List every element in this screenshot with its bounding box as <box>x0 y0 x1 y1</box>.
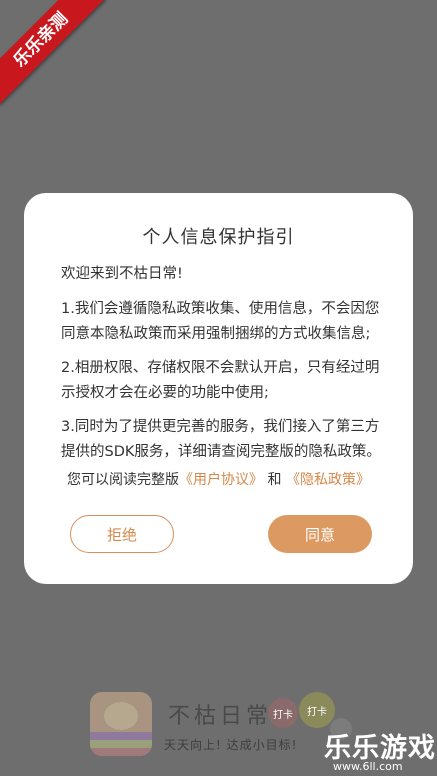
checkin-bubble-a: 打卡 <box>268 698 298 728</box>
read-full-line: 您可以阅读完整版《用户协议》 和 《隐私政策》 <box>24 469 413 489</box>
read-prefix: 您可以阅读完整版 <box>67 472 180 488</box>
agree-button[interactable]: 同意 <box>268 515 372 553</box>
privacy-dialog: 个人信息保护指引 欢迎来到不枯日常! 1.我们会遵循隐私政策收集、使用信息，不会… <box>24 193 413 584</box>
reject-button[interactable]: 拒绝 <box>70 515 174 553</box>
privacy-paragraph-1: 1.我们会遵循隐私政策收集、使用信息，不会因您同意本隐私政策而采用强制捆绑的方式… <box>61 301 380 342</box>
and-text: 和 <box>267 472 282 488</box>
privacy-paragraph-2: 2.相册权限、存储权限不会默认开启，只有经过明示授权才会在必要的功能中使用; <box>61 360 380 401</box>
app-logo <box>90 692 152 756</box>
dialog-title: 个人信息保护指引 <box>142 227 295 248</box>
privacy-policy-link[interactable]: 《隐私政策》 <box>286 472 370 488</box>
dialog-content: 欢迎来到不枯日常! 1.我们会遵循隐私政策收集、使用信息，不会因您同意本隐私政策… <box>61 263 383 474</box>
user-agreement-link[interactable]: 《用户协议》 <box>179 472 263 488</box>
corner-ribbon: 乐乐亲测 <box>0 0 110 110</box>
elephant-icon <box>104 702 138 730</box>
ribbon-label: 乐乐亲测 <box>0 0 106 105</box>
watermark-url: www.6ll.com <box>333 760 403 773</box>
checkin-bubble-b: 打卡 <box>299 692 335 728</box>
app-name: 不枯日常 <box>168 704 273 729</box>
welcome-text: 欢迎来到不枯日常! <box>61 266 183 282</box>
app-slogan: 天天向上! 达成小目标! <box>164 738 298 752</box>
privacy-paragraph-3: 3.同时为了提供更完善的服务，我们接入了第三方提供的SDK服务，详细请查阅完整版… <box>61 419 381 460</box>
